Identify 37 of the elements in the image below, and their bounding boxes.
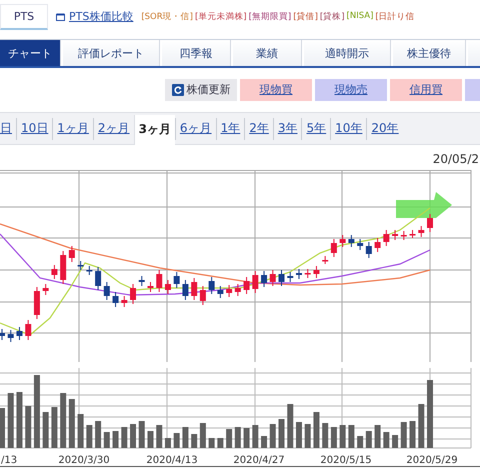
tab[interactable]: 株主優待 [393,40,466,66]
axis-label: 2020/4/13 [146,455,198,466]
period-tab[interactable]: 20年 [366,118,403,140]
pts-tab[interactable]: PTS [0,4,48,30]
axis-label: 2020/4/27 [233,455,285,466]
period-tab[interactable]: 5年 [301,118,330,140]
feature-tag: [SOR現・信] [141,10,193,22]
period-tab[interactable]: 10日 [16,118,52,140]
chart-date: 20/05/2 [432,152,479,166]
buy-button[interactable]: 信用買 [390,79,462,101]
period-tab[interactable]: 1ヶ月 [52,118,93,140]
feature-tag: [無期限買] [248,10,292,22]
buy-button[interactable]: 現物買 [240,79,312,101]
pts-compare-link[interactable]: PTS株価比較 [56,9,134,24]
period-tab[interactable]: 日 [0,118,16,140]
feature-tag: [貸株] [320,10,345,22]
sell-button[interactable]: 現物売 [315,79,387,101]
axis-label: 2020/5/29 [406,455,458,466]
tab[interactable]: 業績 [233,40,302,66]
axis-label: 2020/5/15 [320,455,372,466]
tab[interactable]: 適時開示 [304,40,391,66]
tab[interactable]: 四季報 [162,40,231,66]
period-tab[interactable]: 10年 [330,118,366,140]
period-tab[interactable]: 3年 [272,118,302,140]
axis-label: 2020/3/30 [58,455,110,466]
feature-tag: [NISA] [346,10,374,22]
feature-tag: [単元未満株] [194,10,247,22]
feature-tag: [日計り信 [375,10,415,22]
feature-tag: [貸借] [293,10,318,22]
period-tab[interactable]: 2年 [244,118,273,140]
refresh-button[interactable]: 株価更新 [165,79,237,101]
tab[interactable]: 評価レポート [63,40,160,66]
period-tab[interactable]: 6ヶ月 [174,118,216,140]
tab[interactable]: チャート [0,40,61,66]
period-tab[interactable]: 1年 [216,118,244,140]
period-tab[interactable]: 3ヶ月 [134,114,175,145]
axis-label: /13 [1,455,18,466]
